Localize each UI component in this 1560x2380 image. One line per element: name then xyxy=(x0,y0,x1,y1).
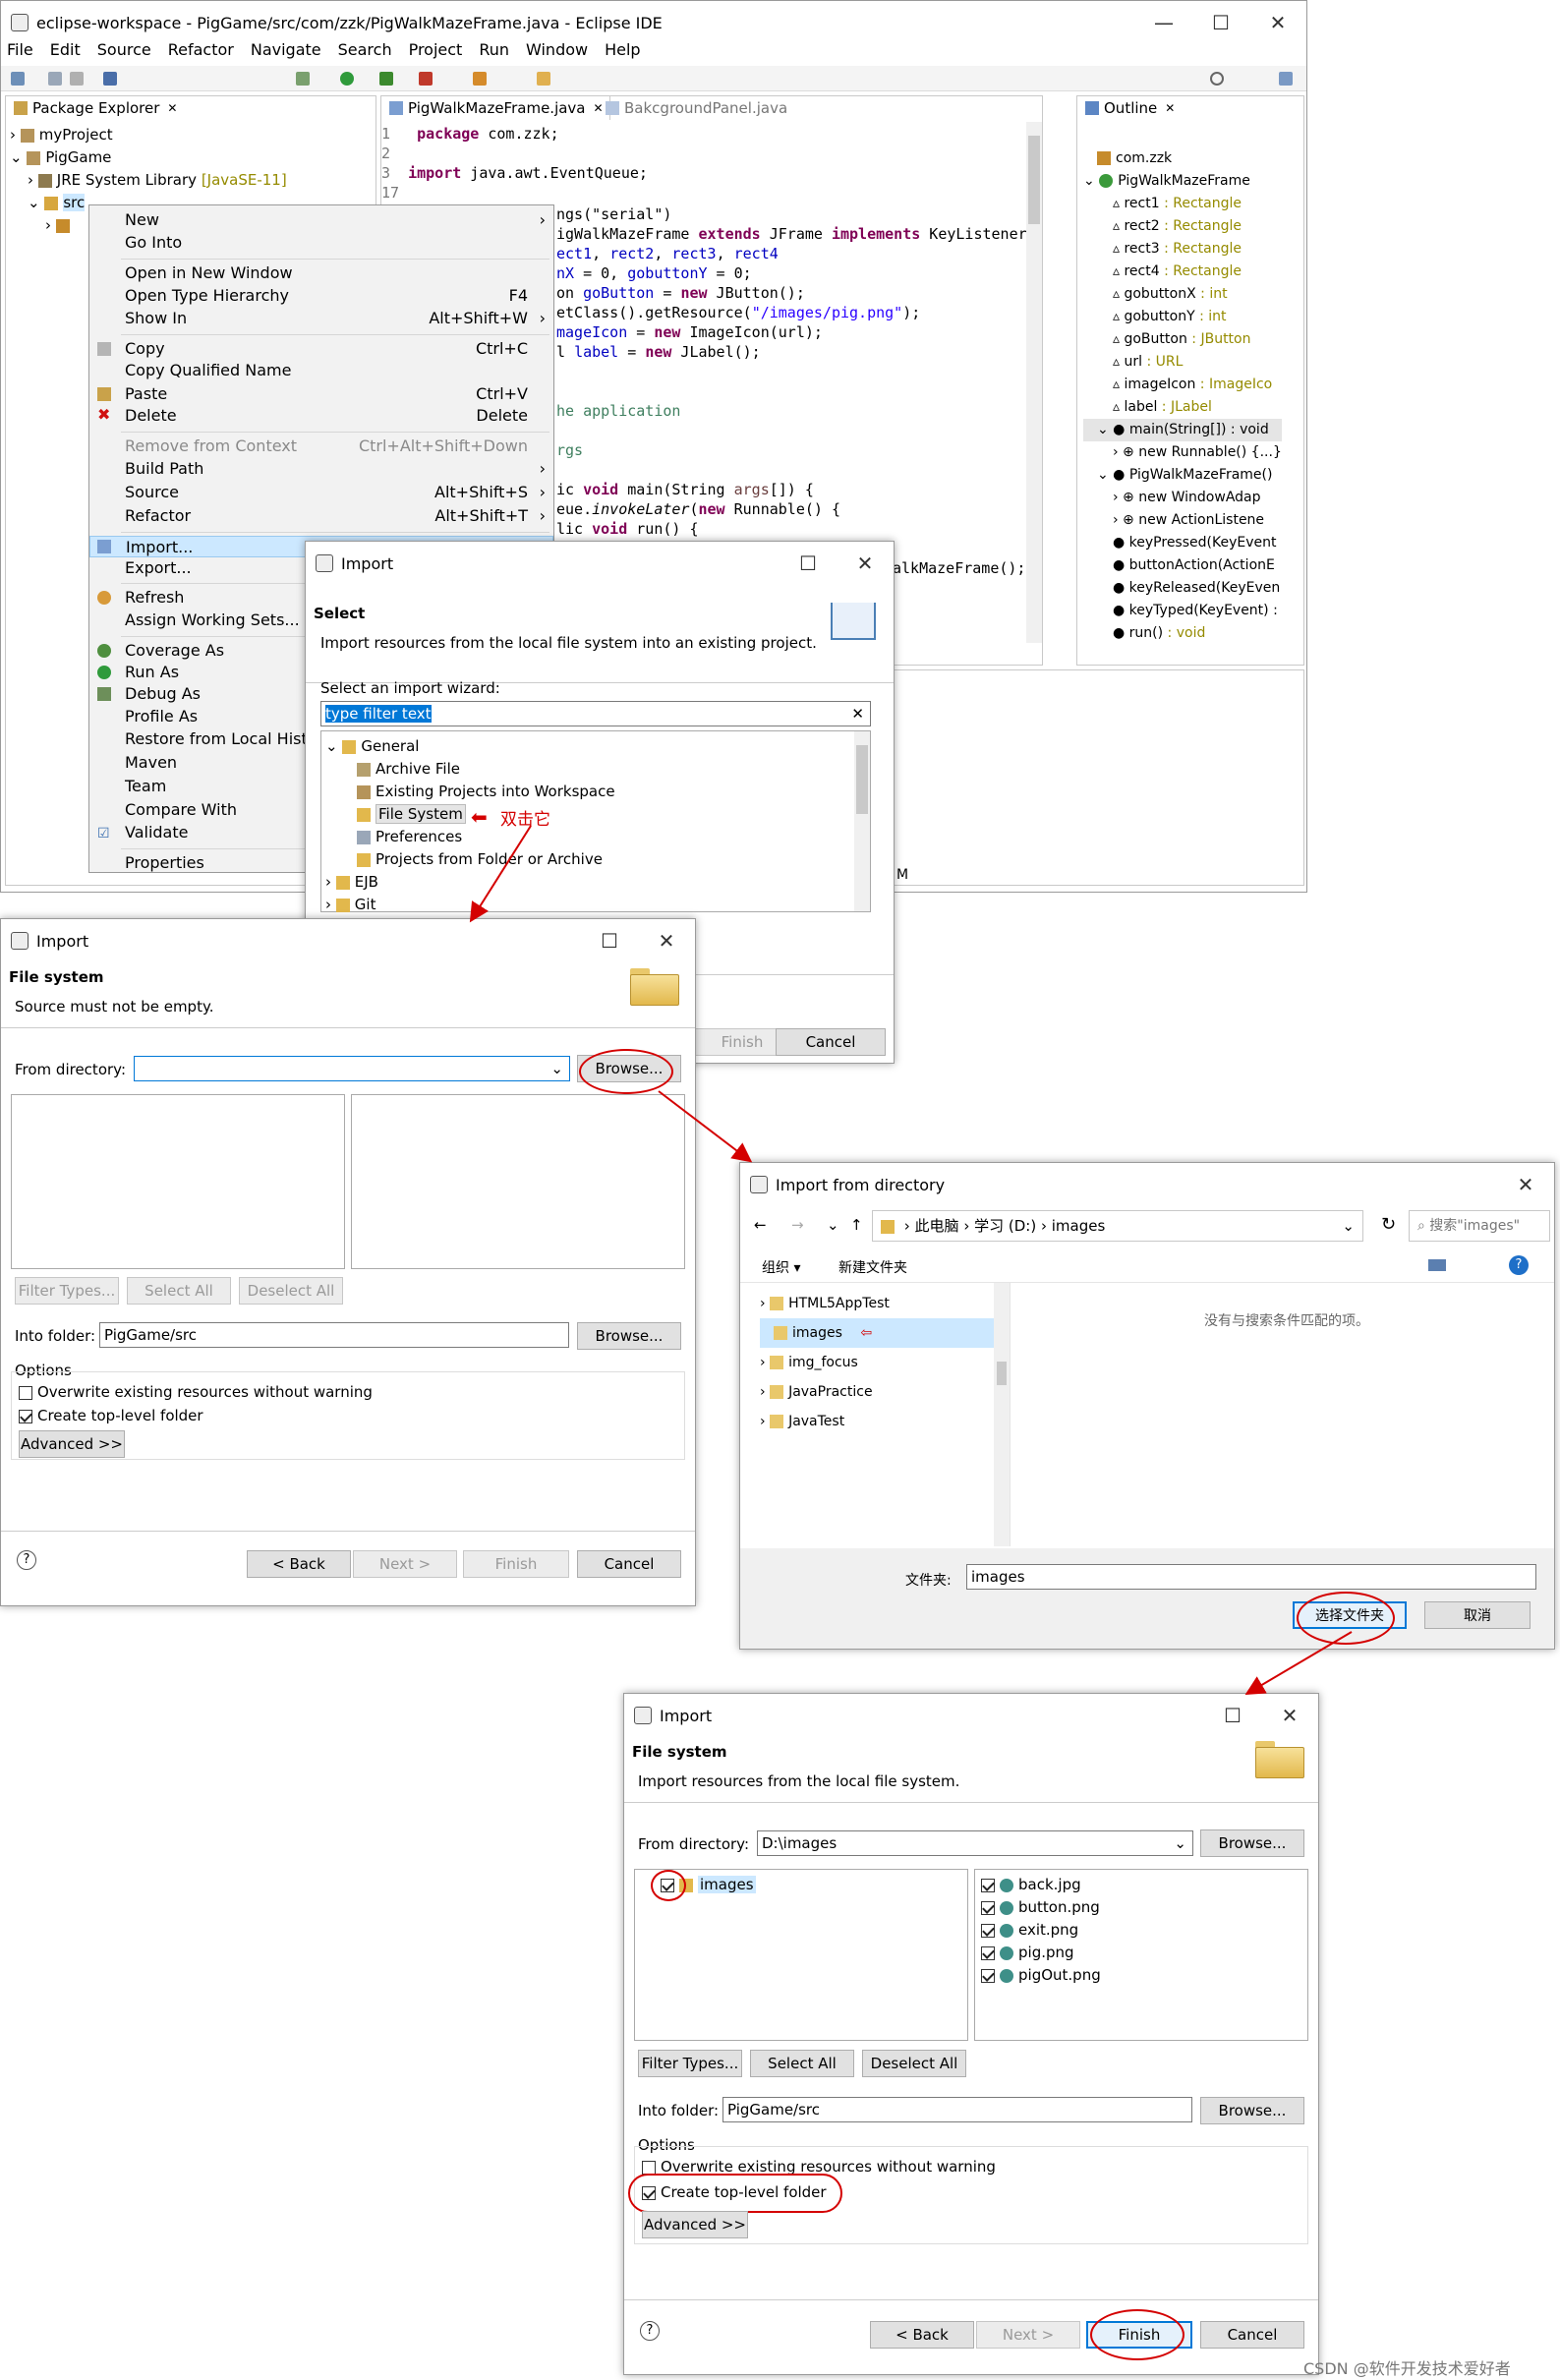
annotation-arrows xyxy=(469,825,1353,1696)
arrow-to-directory-dialog xyxy=(658,1090,753,1163)
arrow-to-filled-dialog xyxy=(1244,1631,1353,1696)
watermark: CSDN @软件开发技术爱好者 xyxy=(1303,2359,1511,2378)
arrow-to-file-system-dialog xyxy=(469,825,532,923)
